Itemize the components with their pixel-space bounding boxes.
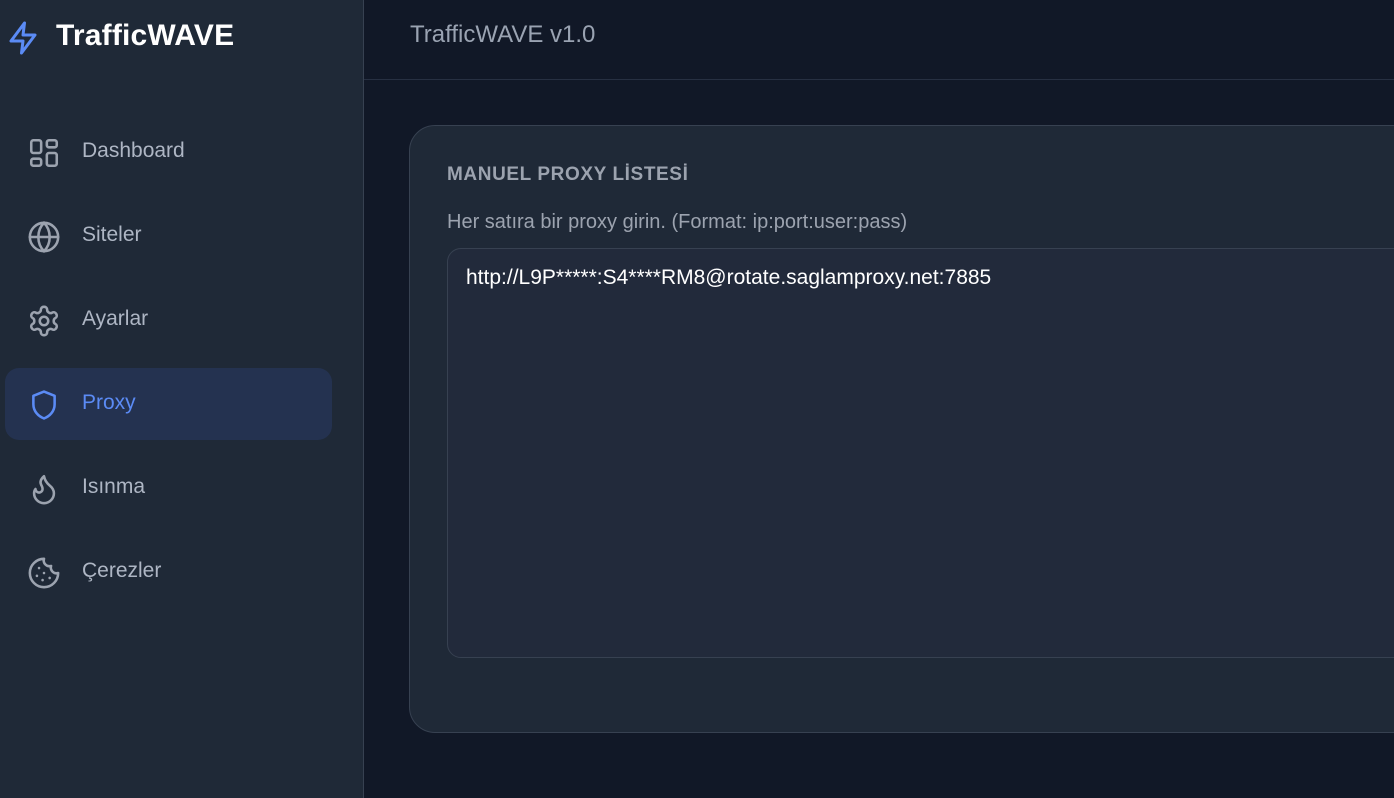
sidebar-item-label: Isınma: [82, 475, 146, 498]
top-header: TrafficWAVE v1.0: [364, 0, 1394, 80]
shield-icon: [27, 388, 61, 422]
dashboard-grid-icon: [27, 136, 61, 170]
sidebar-item-dashboard[interactable]: Dashboard: [5, 116, 332, 188]
sidebar-item-siteler[interactable]: Siteler: [5, 200, 332, 272]
cookie-icon: [27, 556, 61, 590]
brand-name: TrafficWAVE: [56, 19, 235, 52]
sidebar-item-label: Çerezler: [82, 559, 162, 582]
app-window: TrafficWAVE Dashboard Siteler Ayarlar Pr…: [0, 0, 1394, 798]
sidebar-item-label: Proxy: [82, 391, 136, 414]
sidebar-item-ayarlar[interactable]: Ayarlar: [5, 284, 332, 356]
proxy-list-textarea[interactable]: http://L9P*****:S4****RM8@rotate.saglamp…: [447, 248, 1394, 658]
gear-icon: [27, 304, 61, 338]
sidebar-item-label: Siteler: [82, 223, 142, 246]
sidebar-item-isinma[interactable]: Isınma: [5, 452, 332, 524]
flame-icon: [27, 472, 61, 506]
sidebar-item-cerezler[interactable]: Çerezler: [5, 536, 332, 608]
card-hint: Her satıra bir proxy girin. (Format: ip:…: [447, 211, 908, 233]
sidebar-item-label: Dashboard: [82, 139, 185, 162]
proxy-list-card: MANUEL PROXY LİSTESİ Her satıra bir prox…: [409, 125, 1394, 733]
card-title: MANUEL PROXY LİSTESİ: [447, 164, 689, 185]
lightning-bolt-icon: [5, 20, 41, 56]
sidebar: TrafficWAVE Dashboard Siteler Ayarlar Pr…: [0, 0, 364, 798]
page-title: TrafficWAVE v1.0: [410, 21, 596, 48]
sidebar-item-label: Ayarlar: [82, 307, 149, 330]
sidebar-item-proxy[interactable]: Proxy: [5, 368, 332, 440]
globe-icon: [27, 220, 61, 254]
